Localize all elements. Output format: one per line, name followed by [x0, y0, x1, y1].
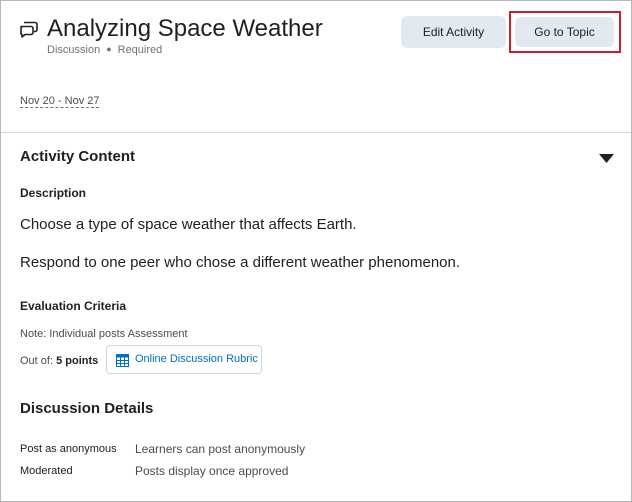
activity-content-heading: Activity Content: [20, 148, 136, 165]
evaluation-criteria-label: Evaluation Criteria: [20, 299, 127, 313]
rubric-label: Online Discussion Rubric: [135, 353, 258, 365]
activity-type: Discussion: [47, 44, 101, 56]
activity-panel: Analyzing Space Weather Discussion ● Requi…: [0, 0, 632, 502]
out-of-label: Out of:: [20, 355, 54, 367]
assessment-note: Note: Individual posts Assessment: [20, 328, 188, 340]
date-range[interactable]: Nov 20 - Nov 27: [20, 95, 100, 108]
points-value: 5 points: [56, 355, 99, 367]
detail-value-moderated: Posts display once approved: [135, 464, 289, 478]
grid-icon: [116, 354, 129, 367]
description-label: Description: [20, 186, 87, 200]
rubric-button[interactable]: Online Discussion Rubric: [106, 345, 262, 374]
required-label: Required: [117, 44, 163, 56]
detail-value-anonymous: Learners can post anonymously: [135, 442, 306, 456]
discussion-details-heading: Discussion Details: [20, 400, 154, 417]
out-of-row: Out of: 5 points: [20, 355, 98, 367]
go-to-topic-button[interactable]: Go to Topic: [515, 17, 614, 47]
description-paragraph: Respond to one peer who chose a differen…: [20, 254, 461, 271]
chevron-down-icon[interactable]: [599, 154, 614, 163]
discussion-icon: [20, 21, 38, 38]
detail-key-anonymous: Post as anonymous: [20, 443, 117, 455]
detail-key-moderated: Moderated: [20, 465, 73, 477]
activity-header: Analyzing Space Weather Discussion ● Requi…: [1, 1, 631, 132]
page-title: Analyzing Space Weather: [47, 15, 323, 42]
edit-activity-button[interactable]: Edit Activity: [401, 16, 506, 48]
description-paragraph: Choose a type of space weather that affe…: [20, 216, 357, 233]
activity-meta: Discussion ● Required: [47, 44, 162, 56]
separator-dot: ●: [106, 44, 112, 54]
header-divider: [1, 132, 631, 133]
